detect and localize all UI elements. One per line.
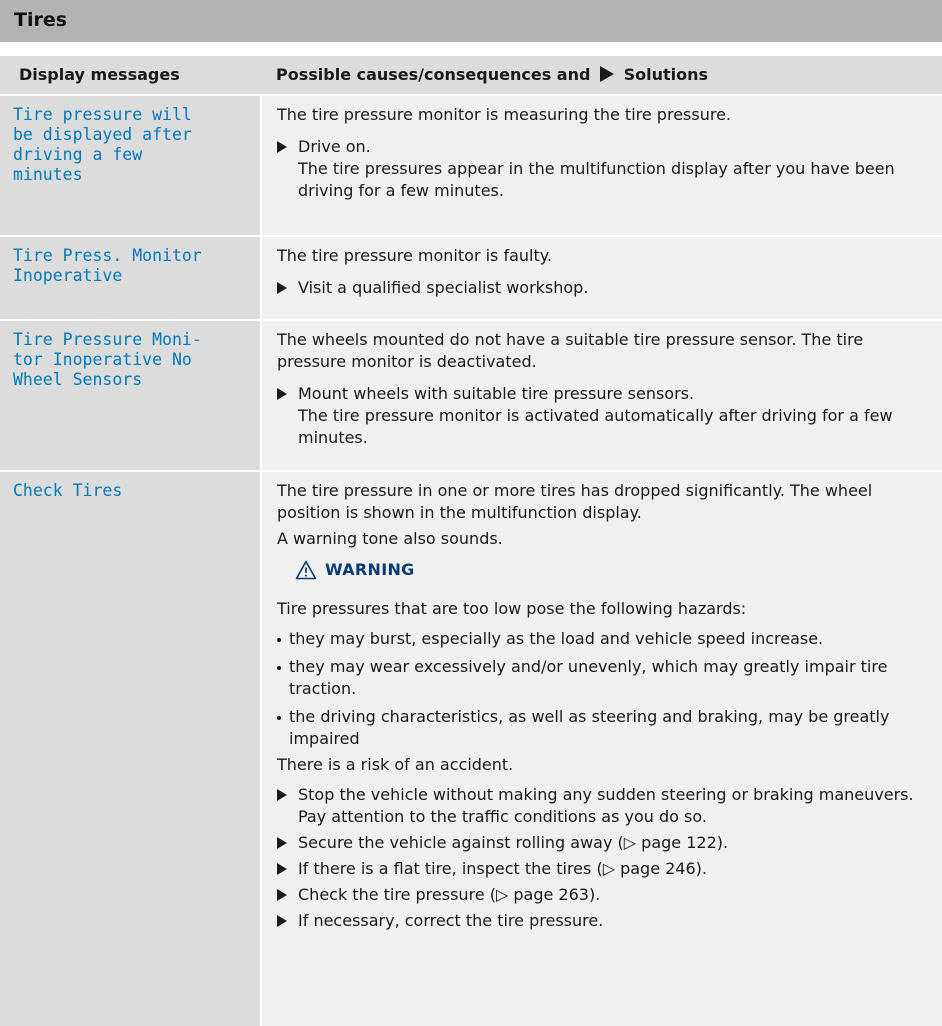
table-row: Tire Pressure Moni- tor Inoperative No W… [0, 321, 942, 472]
solution-step: Mount wheels with suitable tire pressure… [277, 383, 930, 449]
table-header: Display messages Possible causes/consequ… [0, 56, 942, 96]
row-content: The wheels mounted do not have a suitabl… [260, 321, 942, 472]
step-text: Secure the vehicle against rolling away … [298, 833, 729, 852]
display-message: Tire pressure will be displayed after dr… [0, 96, 260, 237]
display-message: Check Tires [0, 472, 260, 1026]
header-causes-solutions: Possible causes/consequences and Solutio… [276, 65, 708, 84]
solution-step: If necessary, correct the tire pressure. [277, 910, 930, 932]
cause-text: The tire pressure in one or more tires h… [277, 481, 873, 522]
hazard-item: the driving characteristics, as well as … [277, 706, 930, 750]
step-text: Visit a qualified specialist workshop. [298, 278, 589, 297]
bullet-dot-icon [277, 666, 281, 670]
step-arrow-icon [277, 889, 287, 901]
cause-text-2: A warning tone also sounds. [277, 529, 503, 548]
display-message: Tire Press. Monitor Inoperative [0, 237, 260, 321]
header-causes-text: Possible causes/consequences and [276, 65, 591, 84]
step-text: Check the tire pressure (▷ page 263). [298, 885, 601, 904]
table-row: Check Tires The tire pressure in one or … [0, 472, 942, 1026]
step-text: If there is a flat tire, inspect the tir… [298, 859, 707, 878]
solution-step: Stop the vehicle without making any sudd… [277, 784, 930, 828]
hazard-item: they may wear excessively and/or unevenl… [277, 656, 930, 700]
header-display-messages: Display messages [19, 65, 180, 84]
section-header: Tires [0, 0, 942, 42]
hazard-text: the driving characteristics, as well as … [289, 707, 890, 748]
row-content: The tire pressure in one or more tires h… [260, 472, 942, 1026]
bullet-dot-icon [277, 638, 281, 642]
step-arrow-icon [277, 388, 287, 400]
warning-box: WARNING [295, 554, 930, 586]
solution-step: Visit a qualified specialist workshop. [277, 277, 930, 299]
hazard-text: they may wear excessively and/or unevenl… [289, 657, 888, 698]
table-row: Tire pressure will be displayed after dr… [0, 96, 942, 237]
row-content: The tire pressure monitor is measuring t… [260, 96, 942, 237]
solution-arrow-icon [600, 66, 614, 82]
step-text: Drive on. The tire pressures appear in t… [298, 137, 895, 200]
display-message: Tire Pressure Moni- tor Inoperative No W… [0, 321, 260, 472]
step-text: Stop the vehicle without making any sudd… [298, 785, 914, 826]
bullet-dot-icon [277, 716, 281, 720]
solution-step: Check the tire pressure (▷ page 263). [277, 884, 930, 906]
solution-step: If there is a flat tire, inspect the tir… [277, 858, 930, 880]
section-title: Tires [14, 9, 68, 31]
cause-text: The tire pressure monitor is faulty. [277, 246, 553, 265]
step-arrow-icon [277, 863, 287, 875]
risk-text: There is a risk of an accident. [277, 755, 514, 774]
step-arrow-icon [277, 837, 287, 849]
warning-label: WARNING [325, 560, 415, 579]
warning-triangle-icon [295, 560, 317, 580]
step-text: If necessary, correct the tire pressure. [298, 911, 604, 930]
warning-intro: Tire pressures that are too low pose the… [277, 599, 747, 618]
step-text: Mount wheels with suitable tire pressure… [298, 384, 893, 447]
step-arrow-icon [277, 915, 287, 927]
cause-text: The tire pressure monitor is measuring t… [277, 105, 731, 124]
row-content: The tire pressure monitor is faulty. Vis… [260, 237, 942, 321]
solution-step: Secure the vehicle against rolling away … [277, 832, 930, 854]
step-arrow-icon [277, 141, 287, 153]
hazard-text: they may burst, especially as the load a… [289, 629, 824, 648]
header-solutions-text: Solutions [623, 65, 709, 84]
solution-step: Drive on. The tire pressures appear in t… [277, 136, 930, 202]
step-arrow-icon [277, 789, 287, 801]
hazard-item: they may burst, especially as the load a… [277, 628, 930, 650]
cause-text: The wheels mounted do not have a suitabl… [277, 330, 864, 371]
table-row: Tire Press. Monitor Inoperative The tire… [0, 237, 942, 321]
messages-table: Display messages Possible causes/consequ… [0, 56, 942, 1026]
step-arrow-icon [277, 282, 287, 294]
